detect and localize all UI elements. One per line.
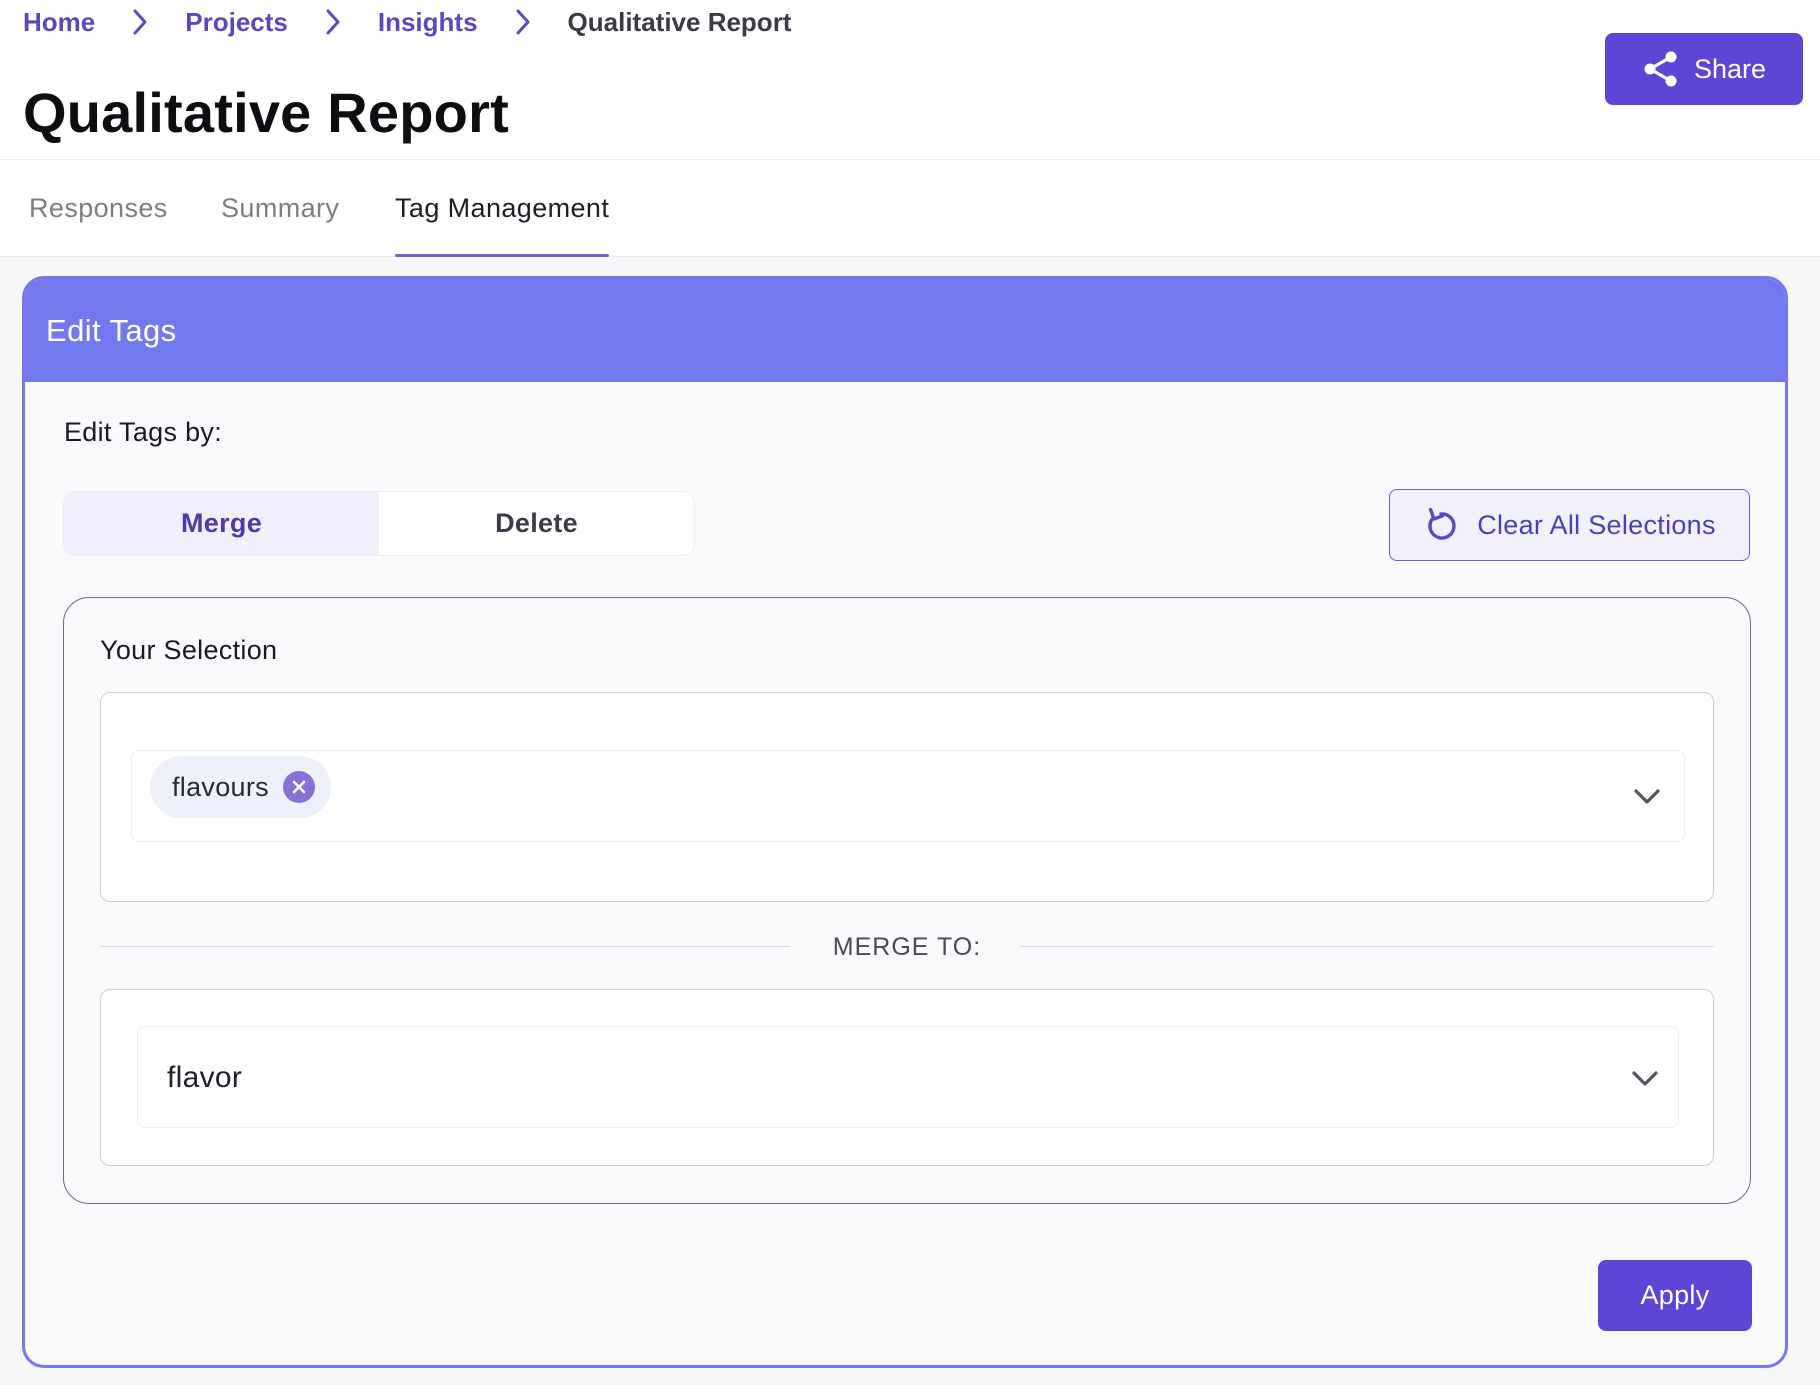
apply-button[interactable]: Apply [1598, 1260, 1752, 1331]
clear-all-selections-button[interactable]: Clear All Selections [1389, 489, 1750, 561]
tag-chip: flavours [150, 756, 331, 818]
close-circle-icon[interactable] [282, 771, 315, 803]
chevron-down-icon[interactable] [1632, 781, 1662, 811]
tag-multi-select[interactable]: flavours [131, 750, 1685, 842]
selection-panel: Your Selection flavours MERGE TO: flavor [63, 597, 1751, 1204]
mode-toggle: Merge Delete [63, 491, 695, 556]
share-label: Share [1693, 53, 1767, 84]
chevron-right-icon [288, 7, 378, 37]
breadcrumb-insights-link[interactable]: Insights [378, 7, 478, 38]
merge-to-value: flavor [167, 1061, 243, 1094]
breadcrumb-projects-link[interactable]: Projects [185, 7, 288, 38]
tab-responses[interactable]: Responses [29, 160, 168, 257]
tab-tag-management[interactable]: Tag Management [395, 160, 610, 257]
card-title: Edit Tags [46, 312, 177, 348]
share-button[interactable]: Share [1605, 33, 1803, 105]
page-header: Home Projects Insights Qualitative Repor… [0, 0, 1820, 160]
merge-to-divider: MERGE TO: [100, 927, 1714, 967]
edit-by-label: Edit Tags by: [64, 417, 222, 447]
tab-summary[interactable]: Summary [221, 160, 339, 257]
clear-label: Clear All Selections [1477, 509, 1716, 540]
merge-to-select[interactable]: flavor [137, 1026, 1679, 1128]
chevron-right-icon [95, 7, 185, 37]
card-header: Edit Tags [25, 279, 1785, 382]
your-selection-label: Your Selection [100, 635, 278, 665]
breadcrumb-current: Qualitative Report [567, 6, 792, 37]
merge-option[interactable]: Merge [64, 492, 379, 555]
chip-label: flavours [172, 771, 269, 802]
merge-to-label: MERGE TO: [832, 932, 982, 961]
selection-field-frame: flavours [100, 692, 1714, 902]
edit-tags-card: Edit Tags Edit Tags by: Merge Delete Cle… [22, 276, 1788, 1368]
tab-bar: Responses Summary Tag Management [0, 160, 1820, 257]
page-title: Qualitative Report [23, 81, 509, 144]
chevron-down-icon[interactable] [1630, 1063, 1660, 1093]
delete-option[interactable]: Delete [379, 492, 694, 555]
breadcrumb-home-link[interactable]: Home [23, 7, 95, 38]
refresh-icon [1423, 506, 1459, 544]
breadcrumb: Home Projects Insights Qualitative Repor… [23, 4, 791, 40]
chevron-right-icon [478, 7, 568, 37]
merge-to-field-frame: flavor [100, 989, 1714, 1166]
share-icon [1642, 50, 1680, 88]
